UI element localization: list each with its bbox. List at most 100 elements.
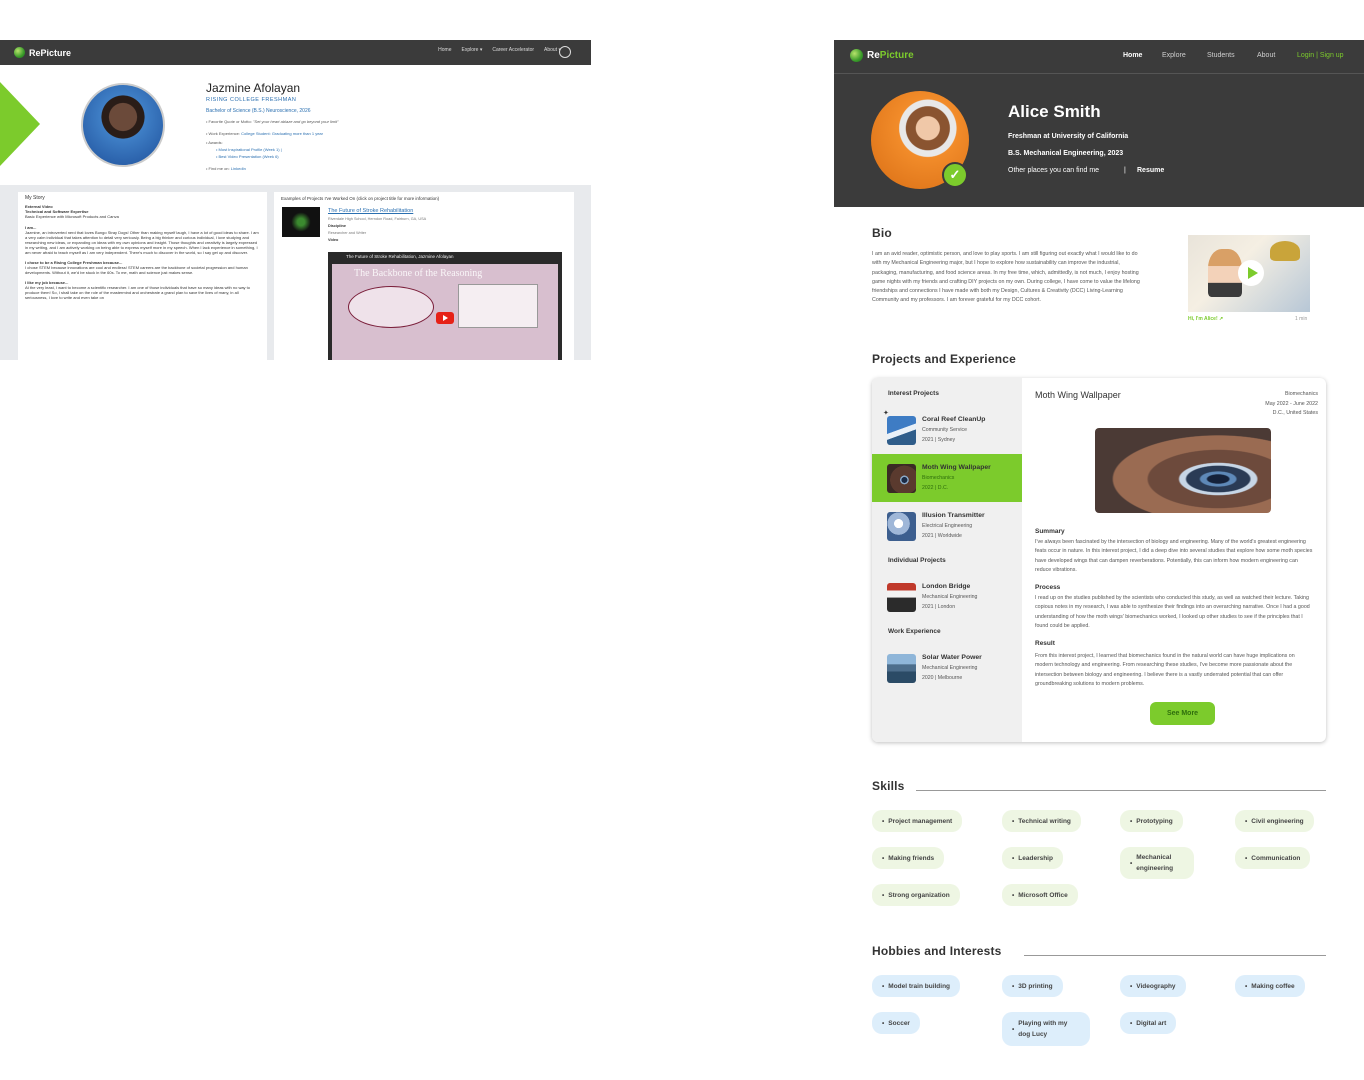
play-icon[interactable] xyxy=(1238,260,1264,286)
old-i-am-text: Jazmine, an introverted nerd that loves … xyxy=(25,230,259,255)
project-item-solar-water-power[interactable]: Solar Water Power Mechanical Engineering… xyxy=(872,644,1022,692)
navbar: RePicture Home Explore Students About Lo… xyxy=(834,40,1364,73)
skill-chip: Strong organization xyxy=(872,884,960,906)
summary-heading: Summary xyxy=(1035,528,1065,535)
project-year-location: 2022 | D.C. xyxy=(922,485,949,491)
profile-other-places[interactable]: Other places you can find me xyxy=(1008,167,1099,174)
user-avatar-icon[interactable] xyxy=(559,46,571,58)
logo[interactable]: RePicture xyxy=(850,49,914,62)
old-project-thumbnail[interactable] xyxy=(282,207,320,237)
globe-icon xyxy=(14,47,25,58)
old-award-link-1[interactable]: • Most Inspirational Profile (Week 1) | xyxy=(216,147,282,152)
youtube-play-icon[interactable] xyxy=(436,312,454,324)
old-quote-label: • Favorite Quote or Motto: xyxy=(206,119,252,124)
work-experience-heading: Work Experience xyxy=(888,628,941,635)
projects-title: Projects and Experience xyxy=(872,352,1016,366)
old-discipline-label: Discipline xyxy=(328,224,346,228)
nav-about[interactable]: About xyxy=(1257,52,1275,59)
interest-projects-heading: Interest Projects xyxy=(888,390,939,397)
project-detail-image xyxy=(1095,428,1271,513)
old-logo[interactable]: RePicture xyxy=(14,47,71,58)
project-detail-meta: Biomechanics May 2022 - June 2022 D.C., … xyxy=(1265,390,1318,419)
project-discipline: Mechanical Engineering xyxy=(922,665,978,671)
old-embedded-video[interactable]: The Future of Stroke Rehabilitation, Jaz… xyxy=(328,252,562,360)
old-project-title-link[interactable]: The Future of Stroke Rehabilitation xyxy=(328,208,413,214)
profile-hero: ✓ Alice Smith Freshman at University of … xyxy=(834,73,1364,207)
old-projects-title: Examples of Projects I've Worked On (cli… xyxy=(281,196,440,201)
bio-video-thumbnail[interactable] xyxy=(1188,235,1310,312)
old-my-story-panel: My Story External Video Technical and So… xyxy=(18,192,267,360)
old-quote-text: "Set your heart ablaze and go beyond you… xyxy=(253,119,339,124)
project-name: London Bridge xyxy=(922,583,971,590)
project-year-location: 2021 | Worldwide xyxy=(922,533,962,539)
project-year-location: 2021 | Sydney xyxy=(922,437,956,443)
project-thumbnail xyxy=(887,416,916,445)
brand-name: RePicture xyxy=(867,50,914,61)
bio-video-caption[interactable]: Hi, I'm Alice! ↗ xyxy=(1188,316,1223,322)
hobby-chip: Videography xyxy=(1120,975,1186,997)
skills-title: Skills xyxy=(872,779,905,793)
see-more-button[interactable]: See More xyxy=(1150,702,1215,725)
project-item-moth-wing[interactable]: Moth Wing Wallpaper Biomechanics 2022 | … xyxy=(872,454,1022,502)
old-work-label: • Work Experience: xyxy=(206,131,241,136)
individual-projects-heading: Individual Projects xyxy=(888,557,946,564)
old-tech-text: Basic Experience with Microsoft Products… xyxy=(25,214,119,219)
nav-login-signup[interactable]: Login | Sign up xyxy=(1297,52,1344,59)
old-nav-home[interactable]: Home xyxy=(438,47,451,53)
project-name: Coral Reef CleanUp xyxy=(922,416,986,423)
project-detail-dates: May 2022 - June 2022 xyxy=(1265,400,1318,407)
old-profile-body: My Story External Video Technical and So… xyxy=(0,192,591,360)
skills-divider xyxy=(916,790,1326,791)
project-detail-discipline: Biomechanics xyxy=(1285,391,1318,397)
project-thumbnail xyxy=(887,654,916,683)
hobby-chip: Playing with my dog Lucy xyxy=(1002,1012,1090,1046)
nav-students[interactable]: Students xyxy=(1207,52,1235,59)
hobby-chip: Model train building xyxy=(872,975,961,997)
project-discipline: Biomechanics xyxy=(922,475,955,481)
video-flowers-illustration xyxy=(1270,241,1300,261)
hobby-chip: Digital art xyxy=(1120,1012,1177,1034)
old-profile-photo xyxy=(81,83,165,167)
old-profile-header: Jazmine Afolayan RISING COLLEGE FRESHMAN… xyxy=(0,65,591,185)
projects-sidebar: Interest Projects ✦ Coral Reef CleanUp C… xyxy=(872,378,1022,742)
old-video-bar-title: The Future of Stroke Rehabilitation, Jaz… xyxy=(346,254,454,259)
project-thumbnail xyxy=(887,464,916,493)
project-discipline: Community Service xyxy=(922,427,967,433)
nav-explore[interactable]: Explore xyxy=(1162,52,1186,59)
old-find-label: • Find me on: xyxy=(206,166,230,171)
old-navbar: RePicture Home Explore ▾ Career Accelera… xyxy=(0,40,591,65)
new-profile-page: RePicture Home Explore Students About Lo… xyxy=(834,40,1364,1080)
summary-text: I've always been fascinated by the inter… xyxy=(1035,539,1313,573)
old-profile-screenshot: RePicture Home Explore ▾ Career Accelera… xyxy=(0,40,591,360)
skill-chip: Leadership xyxy=(1002,847,1063,869)
project-thumbnail xyxy=(887,583,916,612)
old-discipline-value: Researcher and Writer xyxy=(328,231,367,235)
project-detail-title: Moth Wing Wallpaper xyxy=(1035,390,1121,400)
old-profile-degree: Bachelor of Science (B.S.) Neuroscience,… xyxy=(206,108,311,114)
hobbies-title: Hobbies and Interests xyxy=(872,944,1002,958)
old-find-line: • Find me on: LinkedIn xyxy=(206,166,246,171)
process-text: I read up on the studies published by th… xyxy=(1035,595,1310,629)
old-story-title: My Story xyxy=(25,195,45,201)
nav-home[interactable]: Home xyxy=(1123,52,1142,59)
project-item-illusion-transmitter[interactable]: Illusion Transmitter Electrical Engineer… xyxy=(872,502,1022,550)
old-nav-explore[interactable]: Explore ▾ xyxy=(461,47,482,53)
old-linkedin-link[interactable]: LinkedIn xyxy=(231,166,246,171)
process-heading: Process xyxy=(1035,584,1061,591)
project-discipline: Electrical Engineering xyxy=(922,523,973,529)
old-projects-panel: Examples of Projects I've Worked On (cli… xyxy=(274,192,574,360)
old-slide-bubble-left xyxy=(348,286,434,328)
profile-name: Alice Smith xyxy=(1008,102,1101,121)
hobby-chip: 3D printing xyxy=(1002,975,1063,997)
resume-link[interactable]: Resume xyxy=(1137,167,1164,174)
old-nav-career-accelerator[interactable]: Career Accelerator xyxy=(492,47,534,53)
project-item-london-bridge[interactable]: London Bridge Mechanical Engineering 202… xyxy=(872,573,1022,621)
old-awards-label: • Awards: xyxy=(206,140,223,145)
skill-chip: Mechanical engineering xyxy=(1120,847,1194,879)
old-like-text: At the very least, I want to become a sc… xyxy=(25,285,251,300)
skill-chip: Microsoft Office xyxy=(1002,884,1078,906)
old-award-link-2[interactable]: • Best Video Presentation (Week 6) xyxy=(216,154,279,159)
profile-degree: B.S. Mechanical Engineering, 2023 xyxy=(1008,150,1124,157)
project-item-coral-reef[interactable]: Coral Reef CleanUp Community Service 202… xyxy=(872,406,1022,454)
profile-school: Freshman at University of California xyxy=(1008,133,1129,140)
